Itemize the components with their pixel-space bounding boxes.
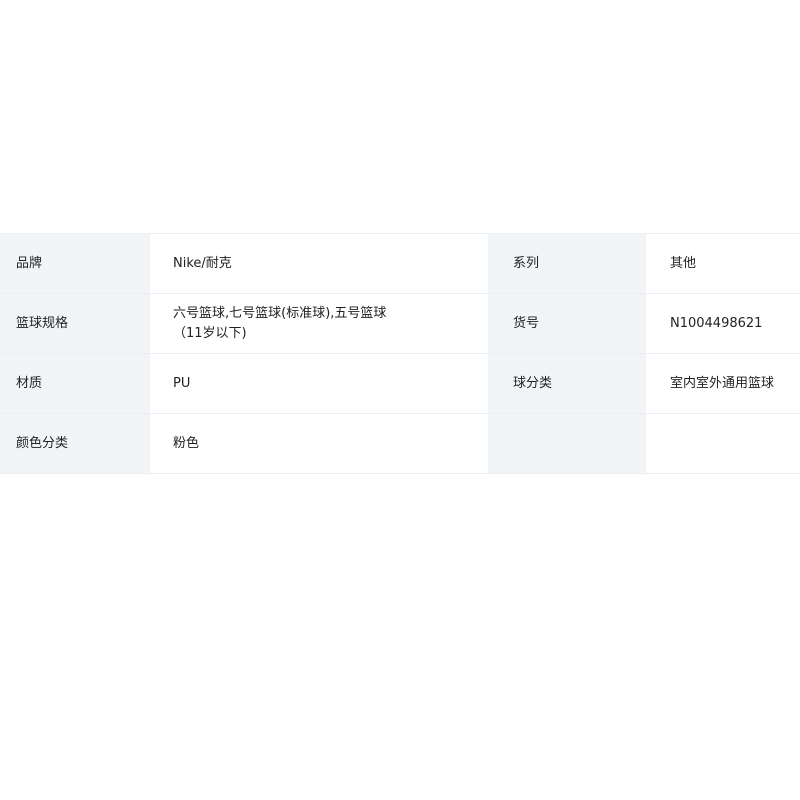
spec-value-color: 粉色 [150,414,488,473]
spec-label-item-number: 货号 [488,294,646,353]
spec-row-brand: 品牌 Nike/耐克 系列 其他 [0,234,800,294]
spec-label-ball-category: 球分类 [488,354,646,413]
spec-row-ball-size: 篮球规格 六号篮球,七号篮球(标准球),五号篮球（11岁以下) 货号 N1004… [0,294,800,354]
product-spec-table: 品牌 Nike/耐克 系列 其他 篮球规格 六号篮球,七号篮球(标准球),五号篮… [0,233,800,474]
spec-value-ball-category: 室内室外通用篮球 [646,354,800,413]
spec-value-empty [646,414,800,473]
spec-label-series: 系列 [488,234,646,293]
spec-value-series: 其他 [646,234,800,293]
spec-value-item-number: N1004498621 [646,294,800,353]
spec-label-material: 材质 [0,354,150,413]
spec-label-brand: 品牌 [0,234,150,293]
spec-row-color: 颜色分类 粉色 [0,414,800,474]
spec-label-ball-size: 篮球规格 [0,294,150,353]
spec-value-ball-size: 六号篮球,七号篮球(标准球),五号篮球（11岁以下) [173,305,387,341]
spec-label-empty [488,414,646,473]
spec-value-ball-size-cell: 六号篮球,七号篮球(标准球),五号篮球（11岁以下) [150,294,488,353]
spec-value-brand: Nike/耐克 [150,234,488,293]
spec-row-material: 材质 PU 球分类 室内室外通用篮球 [0,354,800,414]
spec-label-color: 颜色分类 [0,414,150,473]
spec-value-material: PU [150,354,488,413]
